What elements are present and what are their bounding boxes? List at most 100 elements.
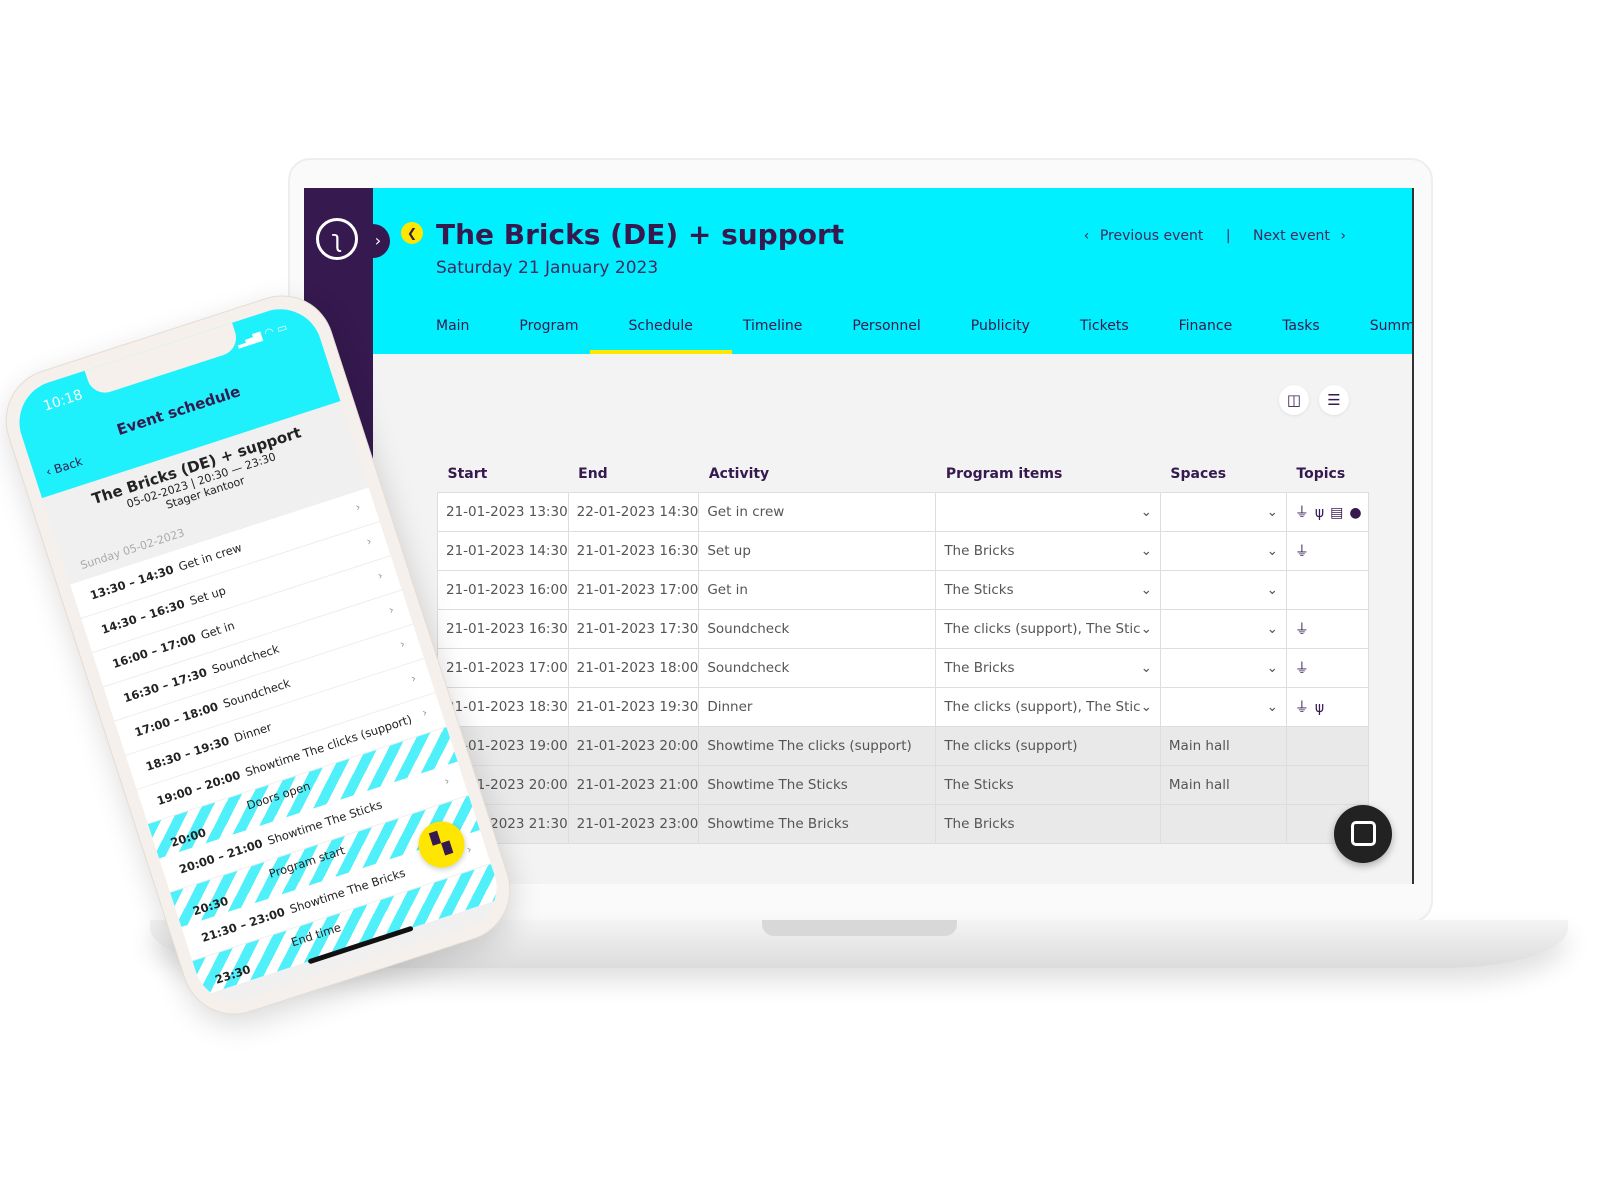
table-row[interactable]: 21-01-2023 16:30 21-01-2023 17:30 Soundc…	[437, 608, 1369, 649]
chevron-down-icon: ⌄	[1140, 581, 1152, 598]
start-cell[interactable]: 21-01-2023 14:30	[437, 530, 569, 571]
event-date: Saturday 21 January 2023	[436, 258, 659, 278]
sliders-icon[interactable]: ☰	[1319, 385, 1349, 415]
topics-cell	[1285, 764, 1369, 805]
program-items-cell: The Bricks	[935, 803, 1161, 844]
spaces-select[interactable]: ⌄	[1159, 530, 1287, 571]
end-cell[interactable]: 21-01-2023 16:30	[567, 530, 700, 571]
start-cell[interactable]: 21-01-2023 17:00	[437, 647, 569, 688]
next-event-label: Next event	[1252, 228, 1330, 244]
end-cell[interactable]: 22-01-2023 14:30	[567, 491, 700, 532]
end-cell[interactable]: 21-01-2023 17:00	[567, 569, 700, 610]
columns-icon[interactable]: ◫	[1279, 385, 1309, 415]
column-header: End	[578, 465, 608, 482]
chevron-down-icon: ⌄	[1140, 698, 1152, 715]
item-label: Set up	[187, 583, 228, 609]
tab-main[interactable]: Main	[436, 318, 469, 354]
topics-cell: ⏚ ψ	[1285, 686, 1369, 727]
next-event-link[interactable]: Next event ›	[1247, 228, 1346, 244]
program-items-select[interactable]: The Bricks ⌄	[935, 647, 1161, 688]
event-navigation: ‹ Previous event | Next event ›	[1078, 228, 1352, 244]
end-cell[interactable]: 21-01-2023 19:30	[567, 686, 700, 727]
chat-button[interactable]	[1334, 805, 1392, 863]
table-row[interactable]: 21-01-2023 13:30 22-01-2023 14:30 Get in…	[437, 491, 1369, 532]
topics-cell	[1285, 569, 1369, 610]
chevron-right-icon: ›	[464, 841, 474, 857]
activity-cell[interactable]: Get in	[698, 569, 937, 610]
program-items-cell: The Sticks	[935, 764, 1161, 805]
logo-icon[interactable]: ʅ	[316, 218, 358, 260]
table-row[interactable]: 21-01-2023 14:30 21-01-2023 16:30 Set up…	[437, 530, 1369, 571]
table-row[interactable]: 21-01-2023 18:30 21-01-2023 19:30 Dinner…	[437, 686, 1369, 727]
table-row[interactable]: 21-01-2023 20:00 21-01-2023 21:00 Showti…	[437, 764, 1369, 805]
chevron-right-icon: ›	[375, 568, 385, 583]
spaces-select[interactable]: ⌄	[1159, 608, 1287, 649]
chevron-down-icon: ⌄	[1266, 542, 1278, 559]
program-items-select[interactable]: The clicks (support), The Stic ⌄	[935, 608, 1161, 649]
table-row[interactable]: 21-01-2023 21:30 21-01-2023 23:00 Showti…	[437, 803, 1369, 844]
plug-icon: ⏚	[1294, 543, 1309, 560]
end-cell[interactable]: 21-01-2023 17:30	[567, 608, 700, 649]
activity-cell[interactable]: Set up	[698, 530, 937, 571]
program-items-select[interactable]: The clicks (support), The Stic ⌄	[935, 686, 1161, 727]
spaces-cell: Main hall	[1159, 764, 1287, 805]
chevron-right-icon: ›	[364, 533, 374, 549]
end-cell: 21-01-2023 23:00	[567, 803, 700, 844]
spaces-select[interactable]: ⌄	[1159, 491, 1287, 532]
tab-summary[interactable]: Summary	[1370, 318, 1412, 354]
chevron-right-icon: ›	[397, 636, 407, 652]
end-cell: 21-01-2023 20:00	[567, 725, 700, 766]
plug-icon: ⏚	[1294, 621, 1309, 638]
tab-tasks[interactable]: Tasks	[1282, 318, 1320, 354]
start-cell[interactable]: 21-01-2023 16:00	[437, 569, 569, 610]
chat-icon	[1351, 821, 1376, 846]
plug-icon: ⏚	[1294, 699, 1309, 716]
plug-icon: ⏚	[1294, 504, 1309, 521]
item-label: Get in	[199, 618, 237, 643]
chevron-down-icon: ⌄	[1266, 503, 1278, 520]
table-row[interactable]: 21-01-2023 17:00 21-01-2023 18:00 Soundc…	[437, 647, 1369, 688]
chevron-down-icon: ⌄	[1266, 698, 1278, 715]
program-items-value: The Sticks	[944, 581, 1014, 598]
topics-cell: ⏚ ψ ▤ ●	[1285, 491, 1369, 532]
tab-program[interactable]: Program	[519, 318, 578, 354]
program-items-value: The clicks (support), The Stic	[944, 698, 1141, 715]
start-cell[interactable]: 21-01-2023 16:30	[437, 608, 569, 649]
start-cell[interactable]: 21-01-2023 13:30	[437, 491, 569, 532]
spaces-cell: Main hall	[1159, 725, 1287, 766]
activity-cell[interactable]: Soundcheck	[698, 647, 937, 688]
program-items-select[interactable]: ⌄	[935, 491, 1161, 532]
tab-timeline[interactable]: Timeline	[743, 318, 803, 354]
table-row[interactable]: 21-01-2023 19:00 21-01-2023 20:00 Showti…	[437, 725, 1369, 766]
activity-cell[interactable]: Soundcheck	[698, 608, 937, 649]
activity-cell[interactable]: Get in crew	[698, 491, 937, 532]
spaces-select[interactable]: ⌄	[1159, 647, 1287, 688]
program-items-value: The Bricks	[944, 659, 1015, 676]
tab-personnel[interactable]: Personnel	[852, 318, 920, 354]
program-items-select[interactable]: The Sticks ⌄	[935, 569, 1161, 610]
program-items-cell: The clicks (support)	[935, 725, 1161, 766]
activity-cell[interactable]: Dinner	[698, 686, 937, 727]
spaces-select[interactable]: ⌄	[1159, 686, 1287, 727]
topics-cell: ⏚	[1285, 647, 1369, 688]
end-cell[interactable]: 21-01-2023 18:00	[567, 647, 700, 688]
chevron-down-icon: ⌄	[1140, 620, 1152, 637]
chevron-down-icon: ⌄	[1140, 542, 1152, 559]
tab-tickets[interactable]: Tickets	[1080, 318, 1129, 354]
back-button[interactable]: ❮	[401, 222, 423, 244]
program-items-select[interactable]: The Bricks ⌄	[935, 530, 1161, 571]
status-time: 10:18	[41, 386, 85, 415]
tab-schedule[interactable]: Schedule	[589, 318, 733, 354]
spaces-select[interactable]: ⌄	[1159, 569, 1287, 610]
chevron-down-icon: ⌄	[1140, 659, 1152, 676]
tab-publicity[interactable]: Publicity	[971, 318, 1030, 354]
topics-cell: ⏚	[1285, 530, 1369, 571]
table-row[interactable]: 21-01-2023 16:00 21-01-2023 17:00 Get in…	[437, 569, 1369, 610]
previous-event-link[interactable]: ‹ Previous event	[1084, 228, 1210, 244]
tab-finance[interactable]: Finance	[1179, 318, 1233, 354]
activity-cell: Showtime The Sticks	[698, 764, 937, 805]
separator: |	[1225, 228, 1231, 244]
end-cell: 21-01-2023 21:00	[567, 764, 700, 805]
chevron-down-icon: ⌄	[1266, 581, 1278, 598]
event-header: ❮ The Bricks (DE) + support Saturday 21 …	[373, 188, 1412, 354]
